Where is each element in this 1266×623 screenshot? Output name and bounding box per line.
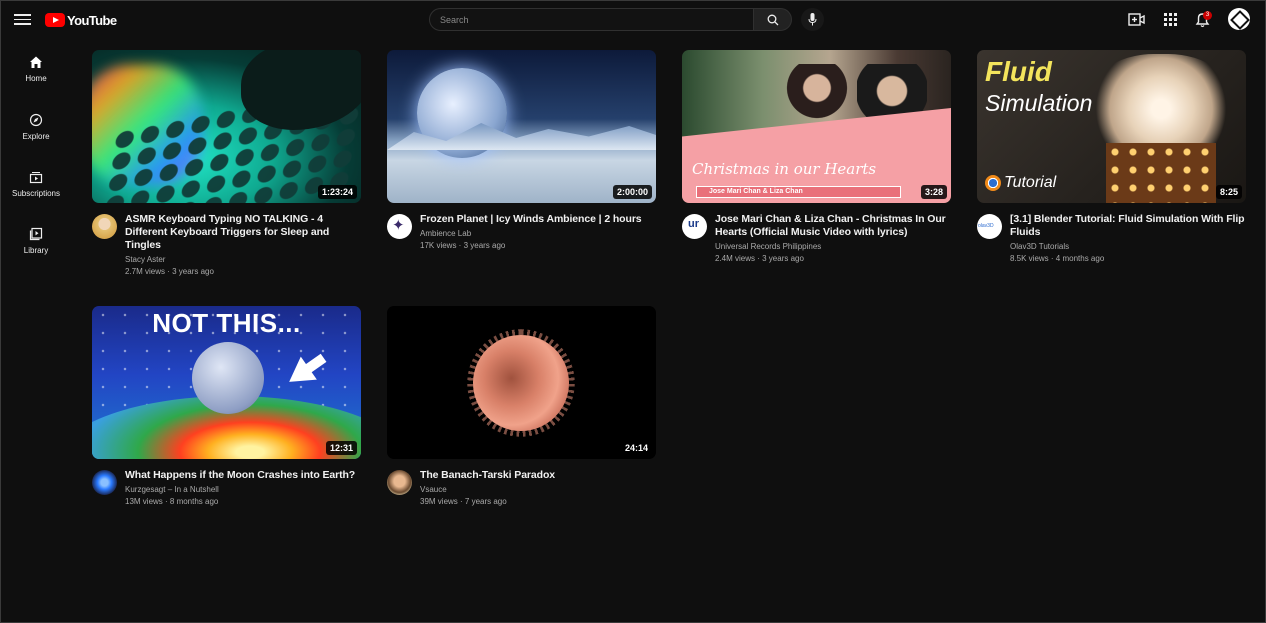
channel-name[interactable]: Universal Records Philippines [715,242,953,251]
thumbnail-art [192,342,264,414]
channel-name[interactable]: Kurzgesagt – In a Nutshell [125,485,363,494]
video-meta: What Happens if the Moon Crashes into Ea… [125,469,363,506]
thumbnail-text: Fluid [985,56,1052,87]
thumbnail-art [473,335,569,431]
video-stats: 2.4M views · 3 years ago [715,254,804,263]
video-stats: 39M views · 7 years ago [420,497,507,506]
search-icon [767,14,779,26]
video-card: 2:00:00 Frozen Planet | Icy Winds Ambien… [387,50,656,250]
channel-avatar[interactable] [387,470,412,495]
video-thumbnail[interactable]: 1:23:24 [92,50,361,203]
create-video-icon[interactable] [1128,11,1145,28]
video-thumbnail[interactable]: 24:14 [387,306,656,459]
home-icon [30,56,42,68]
video-title[interactable]: ASMR Keyboard Typing NO TALKING - 4 Diff… [125,213,363,252]
compass-icon [29,113,43,127]
duration-badge: 24:14 [620,441,652,455]
video-thumbnail[interactable]: NOT THIS... 12:31 [92,306,361,459]
video-meta: Jose Mari Chan & Liza Chan - Christmas I… [715,213,953,263]
youtube-play-icon [45,13,65,27]
channel-avatar[interactable] [682,214,707,239]
subscriptions-icon [29,172,43,184]
sidebar-item-label: Subscriptions [11,189,61,198]
menu-icon[interactable] [14,11,31,28]
youtube-app: YouTube 3 Home Explore Subscriptio [0,0,1266,623]
sidebar-item-subscriptions[interactable]: Subscriptions [1,170,71,216]
video-meta: ASMR Keyboard Typing NO TALKING - 4 Diff… [125,213,363,276]
video-thumbnail[interactable]: Fluid Simulation Tutorial 8:25 [977,50,1246,203]
channel-name[interactable]: Olav3D Tutorials [1010,242,1248,251]
masthead: YouTube 3 [1,1,1265,38]
channel-name[interactable]: Ambience Lab [420,229,658,238]
thumbnail-art [1106,143,1216,203]
channel-avatar[interactable] [92,214,117,239]
video-card: NOT THIS... 12:31 What Happens if the Mo… [92,306,361,506]
video-card: 1:23:24 ASMR Keyboard Typing NO TALKING … [92,50,361,276]
duration-badge: 1:23:24 [317,185,357,199]
channel-name[interactable]: Stacy Aster [125,255,363,264]
thumbnail-text: Tutorial [985,174,1056,192]
duration-badge: 12:31 [325,441,357,455]
channel-avatar[interactable] [92,470,117,495]
video-meta: [3.1] Blender Tutorial: Fluid Simulation… [1010,213,1248,263]
apps-grid-icon[interactable] [1162,11,1179,28]
thumbnail-text: Christmas in our Hearts [692,160,877,178]
video-meta: Frozen Planet | Icy Winds Ambience | 2 h… [420,213,658,250]
video-meta: The Banach-Tarski Paradox Vsauce 39M vie… [420,469,658,506]
search-button[interactable] [753,8,792,31]
video-title[interactable]: Jose Mari Chan & Liza Chan - Christmas I… [715,213,953,239]
thumbnail-banner: Jose Mari Chan & Liza Chan [696,186,901,198]
thumbnail-text: NOT THIS... [152,308,301,338]
video-card: Fluid Simulation Tutorial 8:25 [3.1] Ble… [977,50,1246,263]
thumbnail-text: Simulation [985,90,1093,116]
search-box [429,8,754,31]
sidebar-item-library[interactable]: Library [1,227,71,273]
sidebar-item-explore[interactable]: Explore [1,113,71,159]
search-input[interactable] [430,9,753,30]
voice-search-button[interactable] [801,8,824,31]
video-stats: 13M views · 8 months ago [125,497,219,506]
logo-text: YouTube [67,12,117,28]
sidebar-item-label: Library [23,246,49,255]
video-card: Christmas in our Hearts Jose Mari Chan &… [682,50,951,263]
account-avatar[interactable] [1228,8,1250,30]
video-title[interactable]: What Happens if the Moon Crashes into Ea… [125,469,363,482]
video-stats: 2.7M views · 3 years ago [125,267,214,276]
channel-name[interactable]: Vsauce [420,485,658,494]
library-icon [29,227,43,241]
microphone-icon [808,13,817,26]
youtube-logo[interactable]: YouTube [45,12,117,28]
sidebar-item-label: Explore [22,132,50,141]
notification-badge: 3 [1203,11,1212,20]
video-title[interactable]: Frozen Planet | Icy Winds Ambience | 2 h… [420,213,658,226]
sidebar-item-home[interactable]: Home [1,55,71,101]
duration-badge: 3:28 [920,185,947,199]
video-title[interactable]: [3.1] Blender Tutorial: Fluid Simulation… [1010,213,1248,239]
channel-avatar[interactable] [977,214,1002,239]
video-stats: 8.5K views · 4 months ago [1010,254,1105,263]
video-thumbnail[interactable]: 2:00:00 [387,50,656,203]
duration-badge: 8:25 [1215,185,1242,199]
channel-avatar[interactable] [387,214,412,239]
video-card: 24:14 The Banach-Tarski Paradox Vsauce 3… [387,306,656,506]
sidebar-item-label: Home [25,74,47,83]
video-thumbnail[interactable]: Christmas in our Hearts Jose Mari Chan &… [682,50,951,203]
video-title[interactable]: The Banach-Tarski Paradox [420,469,658,482]
video-stats: 17K views · 3 years ago [420,241,506,250]
duration-badge: 2:00:00 [612,185,652,199]
